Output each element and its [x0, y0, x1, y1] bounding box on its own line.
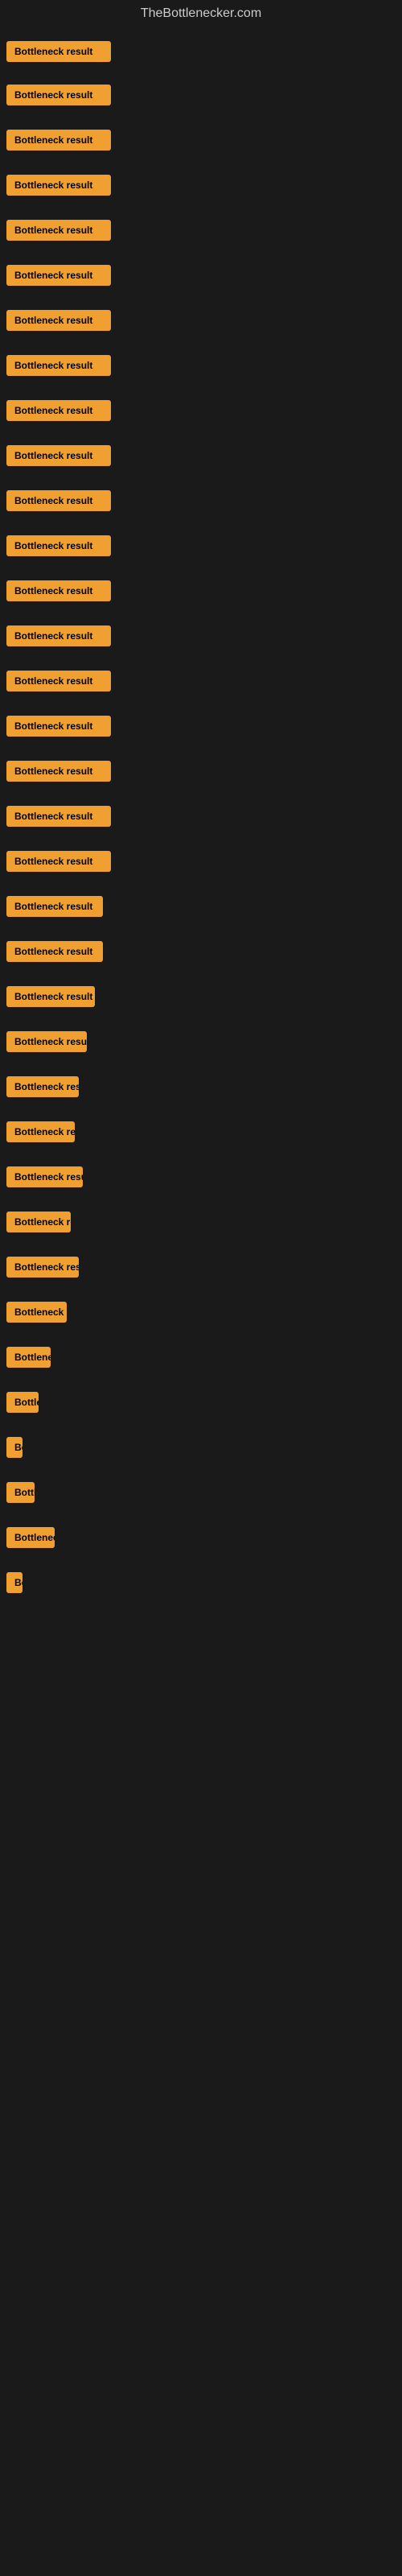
bottleneck-badge[interactable]: Bottleneck result — [6, 986, 95, 1007]
bottleneck-item: Bottleneck result — [6, 1560, 396, 1605]
bottleneck-item: Bottleneck result — [6, 794, 396, 839]
bottleneck-item: Bottleneck result — [6, 839, 396, 884]
bottleneck-item: Bottleneck result — [6, 298, 396, 343]
bottleneck-item: Bottleneck result — [6, 658, 396, 704]
bottleneck-item: Bottleneck result — [6, 1425, 396, 1470]
bottleneck-badge[interactable]: Bottleneck result — [6, 716, 111, 737]
bottleneck-badge[interactable]: Bottleneck result — [6, 806, 111, 827]
bottleneck-item: Bottleneck result — [6, 523, 396, 568]
bottleneck-badge[interactable]: Bottleneck result — [6, 1257, 79, 1278]
bottleneck-item: Bottleneck result — [6, 72, 396, 118]
bottleneck-badge[interactable]: Bottleneck result — [6, 896, 103, 917]
bottleneck-badge[interactable]: Bottleneck result — [6, 400, 111, 421]
bottleneck-badge[interactable]: Bottleneck result — [6, 941, 103, 962]
bottleneck-list: Bottleneck result Bottleneck result Bottle… — [0, 27, 402, 1605]
bottleneck-badge[interactable]: Bottleneck result — [6, 445, 111, 466]
bottleneck-item: Bottleneck result — [6, 929, 396, 974]
bottleneck-badge[interactable]: Bottleneck result — [6, 265, 111, 286]
site-title-bar: TheBottlenecker.com — [0, 0, 402, 27]
bottleneck-badge[interactable]: Bottleneck result — [6, 85, 111, 105]
bottleneck-item: Bottleneck result — [6, 613, 396, 658]
bottleneck-badge[interactable]: Bottleneck result — [6, 1076, 79, 1097]
bottleneck-item: Bottleneck result — [6, 704, 396, 749]
bottleneck-item: Bottleneck result — [6, 163, 396, 208]
bottleneck-item: Bottleneck result — [6, 974, 396, 1019]
bottleneck-item: Bottleneck result — [6, 749, 396, 794]
bottleneck-badge[interactable]: Bottleneck result — [6, 355, 111, 376]
bottleneck-item: Bottleneck result — [6, 1245, 396, 1290]
bottleneck-item: Bottleneck result — [6, 1154, 396, 1199]
bottleneck-badge[interactable]: Bottleneck result — [6, 625, 111, 646]
bottleneck-item: Bottleneck result — [6, 1019, 396, 1064]
bottleneck-badge[interactable]: Bottleneck result — [6, 580, 111, 601]
bottleneck-badge[interactable]: Bottleneck result — [6, 1347, 51, 1368]
bottleneck-badge[interactable]: Bottleneck result — [6, 1302, 67, 1323]
bottleneck-item: Bottleneck result — [6, 433, 396, 478]
bottleneck-badge[interactable]: Bottleneck result — [6, 41, 111, 62]
bottleneck-badge[interactable]: Bottleneck result — [6, 761, 111, 782]
bottleneck-item: Bottleneck result — [6, 884, 396, 929]
bottleneck-badge[interactable]: Bottleneck result — [6, 220, 111, 241]
bottleneck-badge[interactable]: Bottleneck result — [6, 175, 111, 196]
bottleneck-badge[interactable]: Bottleneck result — [6, 1572, 23, 1593]
bottleneck-badge[interactable]: Bottleneck result — [6, 1121, 75, 1142]
bottleneck-badge[interactable]: Bottleneck result — [6, 1166, 83, 1187]
site-title: TheBottlenecker.com — [0, 0, 402, 27]
bottleneck-item: Bottleneck result — [6, 1064, 396, 1109]
bottleneck-item: Bottleneck result — [6, 253, 396, 298]
bottleneck-item: Bottleneck result — [6, 118, 396, 163]
bottleneck-badge[interactable]: Bottleneck result — [6, 1437, 23, 1458]
bottleneck-item: Bottleneck result — [6, 27, 396, 72]
bottleneck-badge[interactable]: Bottleneck result — [6, 130, 111, 151]
bottleneck-item: Bottleneck result — [6, 343, 396, 388]
bottleneck-item: Bottleneck result — [6, 1290, 396, 1335]
bottleneck-badge[interactable]: Bottleneck result — [6, 310, 111, 331]
bottleneck-item: Bottleneck result — [6, 1199, 396, 1245]
bottleneck-badge[interactable]: Bottleneck result — [6, 1482, 35, 1503]
bottleneck-badge[interactable]: Bottleneck result — [6, 1212, 71, 1232]
bottleneck-item: Bottleneck result — [6, 478, 396, 523]
bottleneck-item: Bottleneck result — [6, 1335, 396, 1380]
bottleneck-item: Bottleneck result — [6, 1109, 396, 1154]
bottleneck-item: Bottleneck result — [6, 1470, 396, 1515]
bottleneck-badge[interactable]: Bottleneck result — [6, 1392, 39, 1413]
bottleneck-badge[interactable]: Bottleneck result — [6, 490, 111, 511]
bottleneck-badge[interactable]: Bottleneck result — [6, 535, 111, 556]
bottleneck-badge[interactable]: Bottleneck result — [6, 1527, 55, 1548]
bottleneck-badge[interactable]: Bottleneck result — [6, 1031, 87, 1052]
bottleneck-badge[interactable]: Bottleneck result — [6, 671, 111, 691]
bottleneck-item: Bottleneck result — [6, 388, 396, 433]
bottleneck-item: Bottleneck result — [6, 208, 396, 253]
bottleneck-item: Bottleneck result — [6, 1515, 396, 1560]
bottleneck-item: Bottleneck result — [6, 1380, 396, 1425]
bottleneck-badge[interactable]: Bottleneck result — [6, 851, 111, 872]
bottleneck-item: Bottleneck result — [6, 568, 396, 613]
